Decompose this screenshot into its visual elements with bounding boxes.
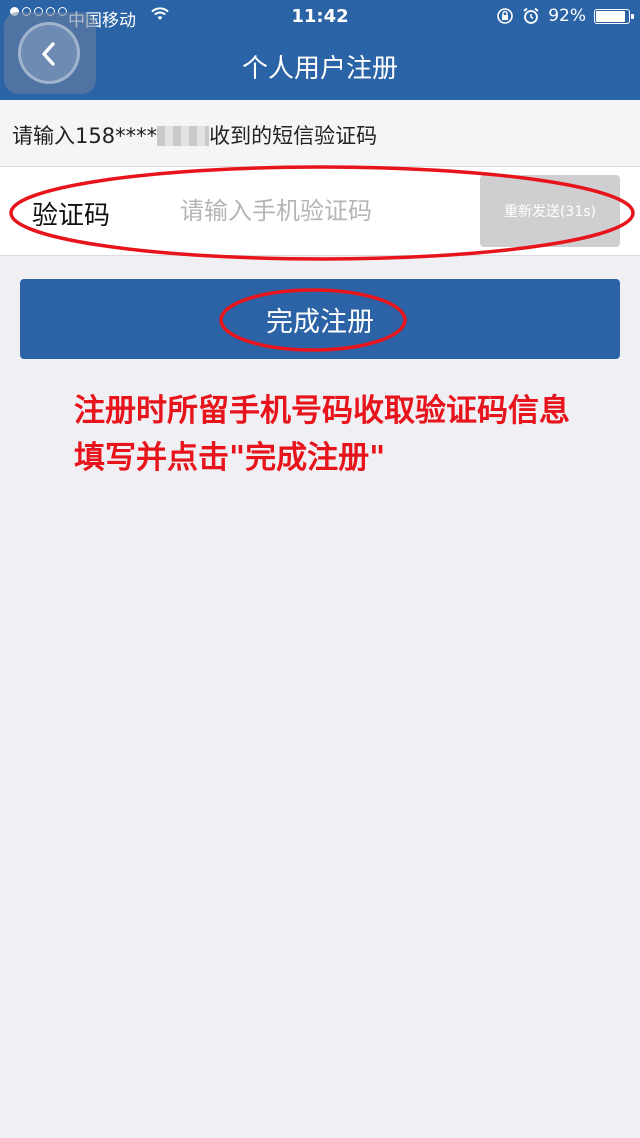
sms-hint-text: 请输入158**** 收到的短信验证码 — [12, 120, 377, 150]
verification-code-input[interactable] — [180, 189, 470, 233]
hint-prefix: 请输入158**** — [12, 124, 158, 148]
rotation-lock-icon — [497, 8, 514, 24]
status-bar: 中国移动 11:42 92% — [0, 0, 640, 34]
annotation-line-2: 填写并点击"完成注册" — [74, 440, 386, 476]
masked-number — [157, 126, 210, 146]
complete-registration-button[interactable]: 完成注册 — [20, 279, 620, 359]
page-title: 个人用户注册 — [241, 54, 398, 84]
back-button[interactable] — [4, 12, 96, 94]
instruction-annotation: 注册时所留手机号码收取验证码信息 填写并点击"完成注册" — [74, 388, 614, 482]
annotation-line-1: 注册时所留手机号码收取验证码信息 — [74, 393, 570, 429]
verification-code-row: 验证码 重新发送(31s) — [0, 167, 640, 256]
chevron-left-icon — [42, 42, 55, 66]
alarm-icon — [523, 7, 539, 24]
hint-suffix: 收到的短信验证码 — [209, 124, 378, 148]
battery-percent: 92% — [548, 6, 586, 26]
resend-button[interactable]: 重新发送(31s) — [480, 175, 620, 247]
header-bar: 中国移动 11:42 92% 个人用户注册 — [0, 0, 640, 100]
sms-hint-bar: 请输入158**** 收到的短信验证码 — [0, 100, 640, 167]
code-label: 验证码 — [32, 201, 111, 231]
battery-icon — [594, 8, 634, 24]
